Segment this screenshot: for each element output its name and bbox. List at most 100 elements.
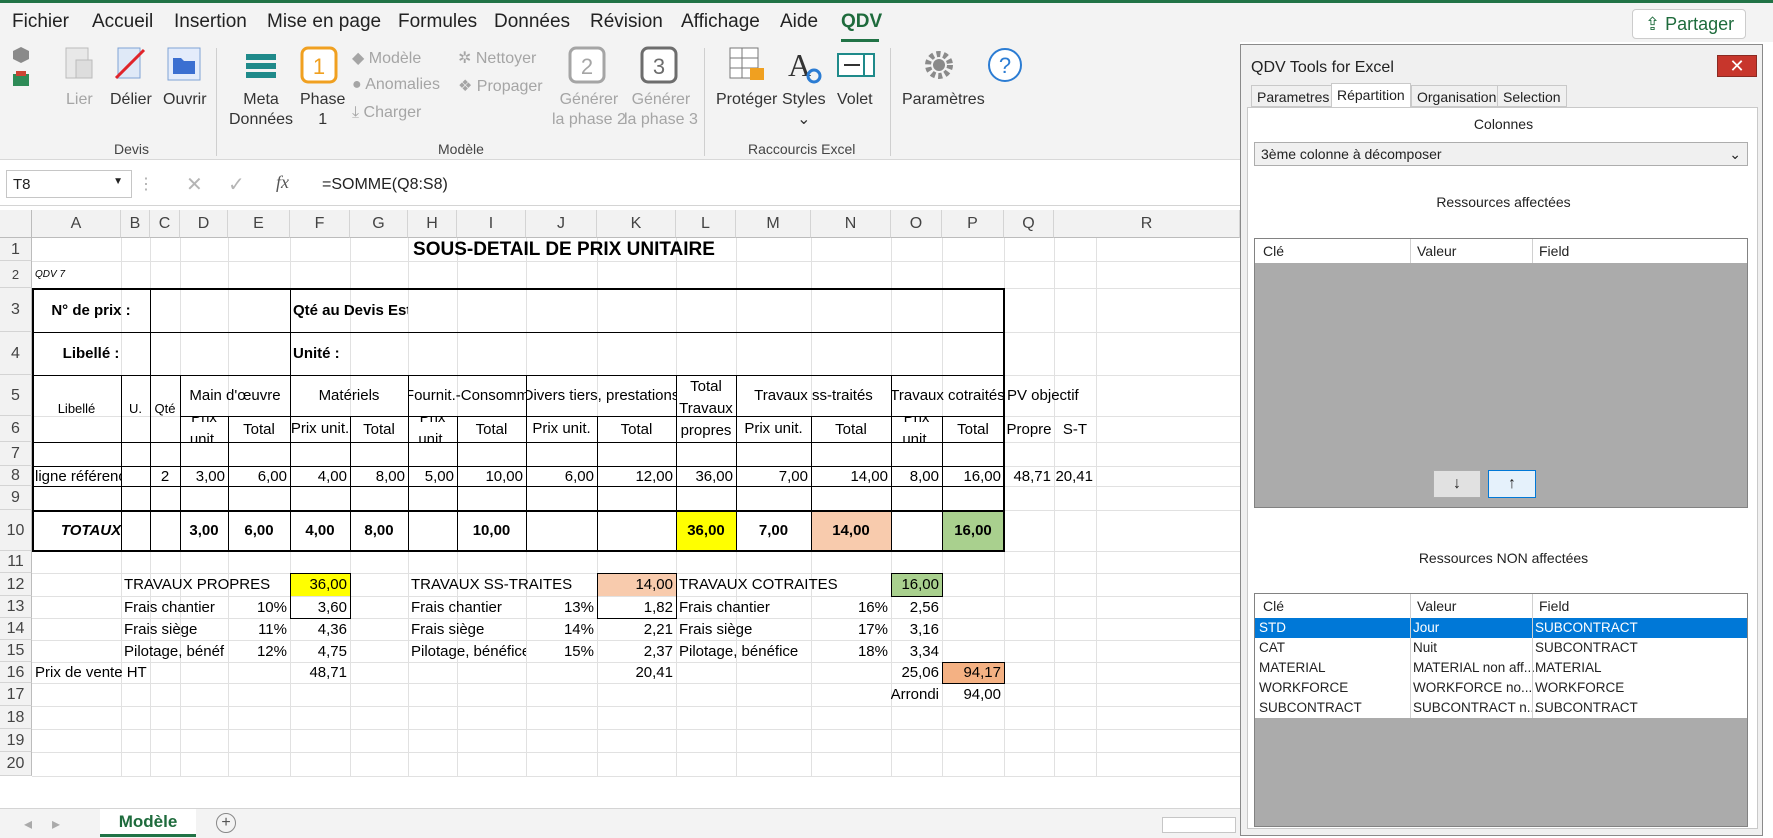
column-header[interactable]: B [121,210,150,238]
row-header[interactable]: 1 [0,238,32,261]
row-value[interactable]: 48,71 [1004,466,1054,486]
tab-repartition[interactable]: Répartition [1331,83,1411,107]
header-fournitures[interactable]: Fournit.-Consomm [408,375,526,416]
row-header[interactable]: 20 [0,752,32,776]
resource-row[interactable]: SUBCONTRACT SUBCONTRACT n... SUBCONTRACT [1255,698,1747,718]
column-header[interactable]: O [891,210,942,238]
resource-row[interactable]: MATERIAL MATERIAL non aff... MATERIAL [1255,658,1747,678]
recap-label[interactable]: Pilotage, bénéfice [676,640,811,662]
recap-value[interactable]: 4,75 [290,640,350,662]
recap-pct[interactable]: 17% [811,618,891,640]
header-qte[interactable]: Qté [150,375,180,442]
recap-value[interactable]: 3,34 [891,640,942,662]
header-materiels[interactable]: Matériels [290,375,408,416]
header-prix-unit[interactable]: Prix unit. [290,416,350,442]
move-down-button[interactable]: ↓ [1433,470,1481,498]
recap-label[interactable]: Frais siège [121,618,228,640]
column-header[interactable]: L [676,210,736,238]
header-total[interactable]: Total [228,416,290,442]
column-header-valeur[interactable]: Valeur [1417,243,1456,259]
recap-value[interactable]: 14,00 [597,573,676,596]
recap-value[interactable]: 3,16 [891,618,942,640]
recap-label[interactable]: Pilotage, bénéf [121,640,228,662]
recap-label[interactable]: Frais siège [408,618,526,640]
recap-value[interactable]: 2,56 [891,596,942,618]
row-header[interactable]: 15 [0,640,32,662]
resource-row[interactable]: WORKFORCE WORKFORCE no... WORKFORCE [1255,678,1747,698]
tab-selection[interactable]: Selection [1497,85,1567,107]
header-propre[interactable]: Propre [1004,416,1054,442]
move-up-button[interactable]: ↑ [1488,470,1536,498]
recap-pct[interactable]: 16% [811,596,891,618]
add-sheet-icon[interactable]: + [216,813,236,833]
n-prix-label[interactable]: N° de prix : [32,288,150,332]
total-value[interactable]: 6,00 [228,510,290,551]
recap-value[interactable]: 1,82 [597,596,676,618]
row-header[interactable]: 10 [0,510,32,551]
header-libelle[interactable]: Libellé [32,375,121,442]
column-header[interactable]: K [597,210,676,238]
header-prix-unit[interactable]: Prix unit. [891,416,942,442]
recap-pct[interactable]: 12% [228,640,290,662]
row-header[interactable]: 13 [0,596,32,618]
arrondi-value[interactable]: 94,00 [942,683,1004,706]
column-header[interactable]: M [736,210,811,238]
row-header[interactable]: 19 [0,729,32,752]
recap-label[interactable]: TRAVAUX COTRAITES [676,573,891,596]
recap-label[interactable]: TRAVAUX SS-TRAITES [408,573,597,596]
tab-organisation[interactable]: Organisation [1411,85,1503,107]
recap-pct[interactable]: 13% [526,596,597,618]
row-header[interactable]: 3 [0,288,32,332]
row-value[interactable]: 36,00 [676,466,736,486]
column-header[interactable]: J [526,210,597,238]
libelle-label[interactable]: Libellé : [32,332,150,375]
qdv-version[interactable]: QDV 7 [32,261,150,288]
colonne-select[interactable]: 3ème colonne à décomposer ⌄ [1254,142,1748,166]
recap-label[interactable]: Frais chantier [676,596,811,618]
header-total[interactable]: Total [811,416,891,442]
row-header[interactable]: 17 [0,683,32,706]
affected-resources-grid[interactable]: Clé Valeur Field [1254,238,1748,508]
scroll-left-icon[interactable]: ◂ [24,814,32,834]
column-header[interactable]: F [290,210,350,238]
prix-vente-total[interactable]: 94,17 [942,662,1004,683]
column-header[interactable]: G [350,210,408,238]
header-cotraites[interactable]: Travaux cotraités [891,375,1004,416]
header-pv-objectif[interactable]: PV objectif [1004,375,1096,416]
prix-vente-label[interactable]: Prix de vente HT [32,662,180,683]
recap-pct[interactable]: 11% [228,618,290,640]
row-value[interactable]: 10,00 [457,466,526,486]
row-header[interactable]: 14 [0,618,32,640]
header-total-travaux-propres[interactable]: Total Travaux propres [676,375,736,442]
header-ss-traites[interactable]: Travaux ss-traités [736,375,891,416]
column-header-cle[interactable]: Clé [1263,243,1284,259]
sheet-tab-modele[interactable]: Modèle [100,809,196,837]
qte-devis-label[interactable]: Qté au Devis Est: [290,288,408,332]
row-header[interactable]: 18 [0,706,32,729]
header-total[interactable]: Total [350,416,408,442]
total-value[interactable]: 7,00 [736,510,811,551]
totaux-label[interactable]: TOTAUX [32,510,150,551]
horizontal-scrollbar[interactable] [1162,817,1236,833]
row-value[interactable]: 20,41 [1054,466,1096,486]
total-value[interactable]: 10,00 [457,510,526,551]
select-all-corner[interactable] [0,210,32,238]
row-value[interactable]: 4,00 [290,466,350,486]
recap-value[interactable]: 2,37 [597,640,676,662]
row-value[interactable]: 6,00 [228,466,290,486]
recap-label[interactable]: Frais siège [676,618,811,640]
tab-parametres[interactable]: Parametres [1251,85,1336,107]
recap-value[interactable]: 4,36 [290,618,350,640]
row-value[interactable]: 7,00 [736,466,811,486]
row-libelle[interactable]: ligne référence [32,466,121,486]
recap-label[interactable]: Frais chantier [408,596,526,618]
recap-value[interactable]: 16,00 [891,573,942,596]
recap-label[interactable]: TRAVAUX PROPRES [121,573,290,596]
row-value[interactable]: 8,00 [891,466,942,486]
header-total[interactable]: Total [942,416,1004,442]
column-header[interactable]: R [1054,210,1240,238]
total-value[interactable]: 3,00 [180,510,228,551]
row-value[interactable]: 8,00 [350,466,408,486]
recap-pct[interactable]: 15% [526,640,597,662]
row-header[interactable]: 5 [0,375,32,416]
